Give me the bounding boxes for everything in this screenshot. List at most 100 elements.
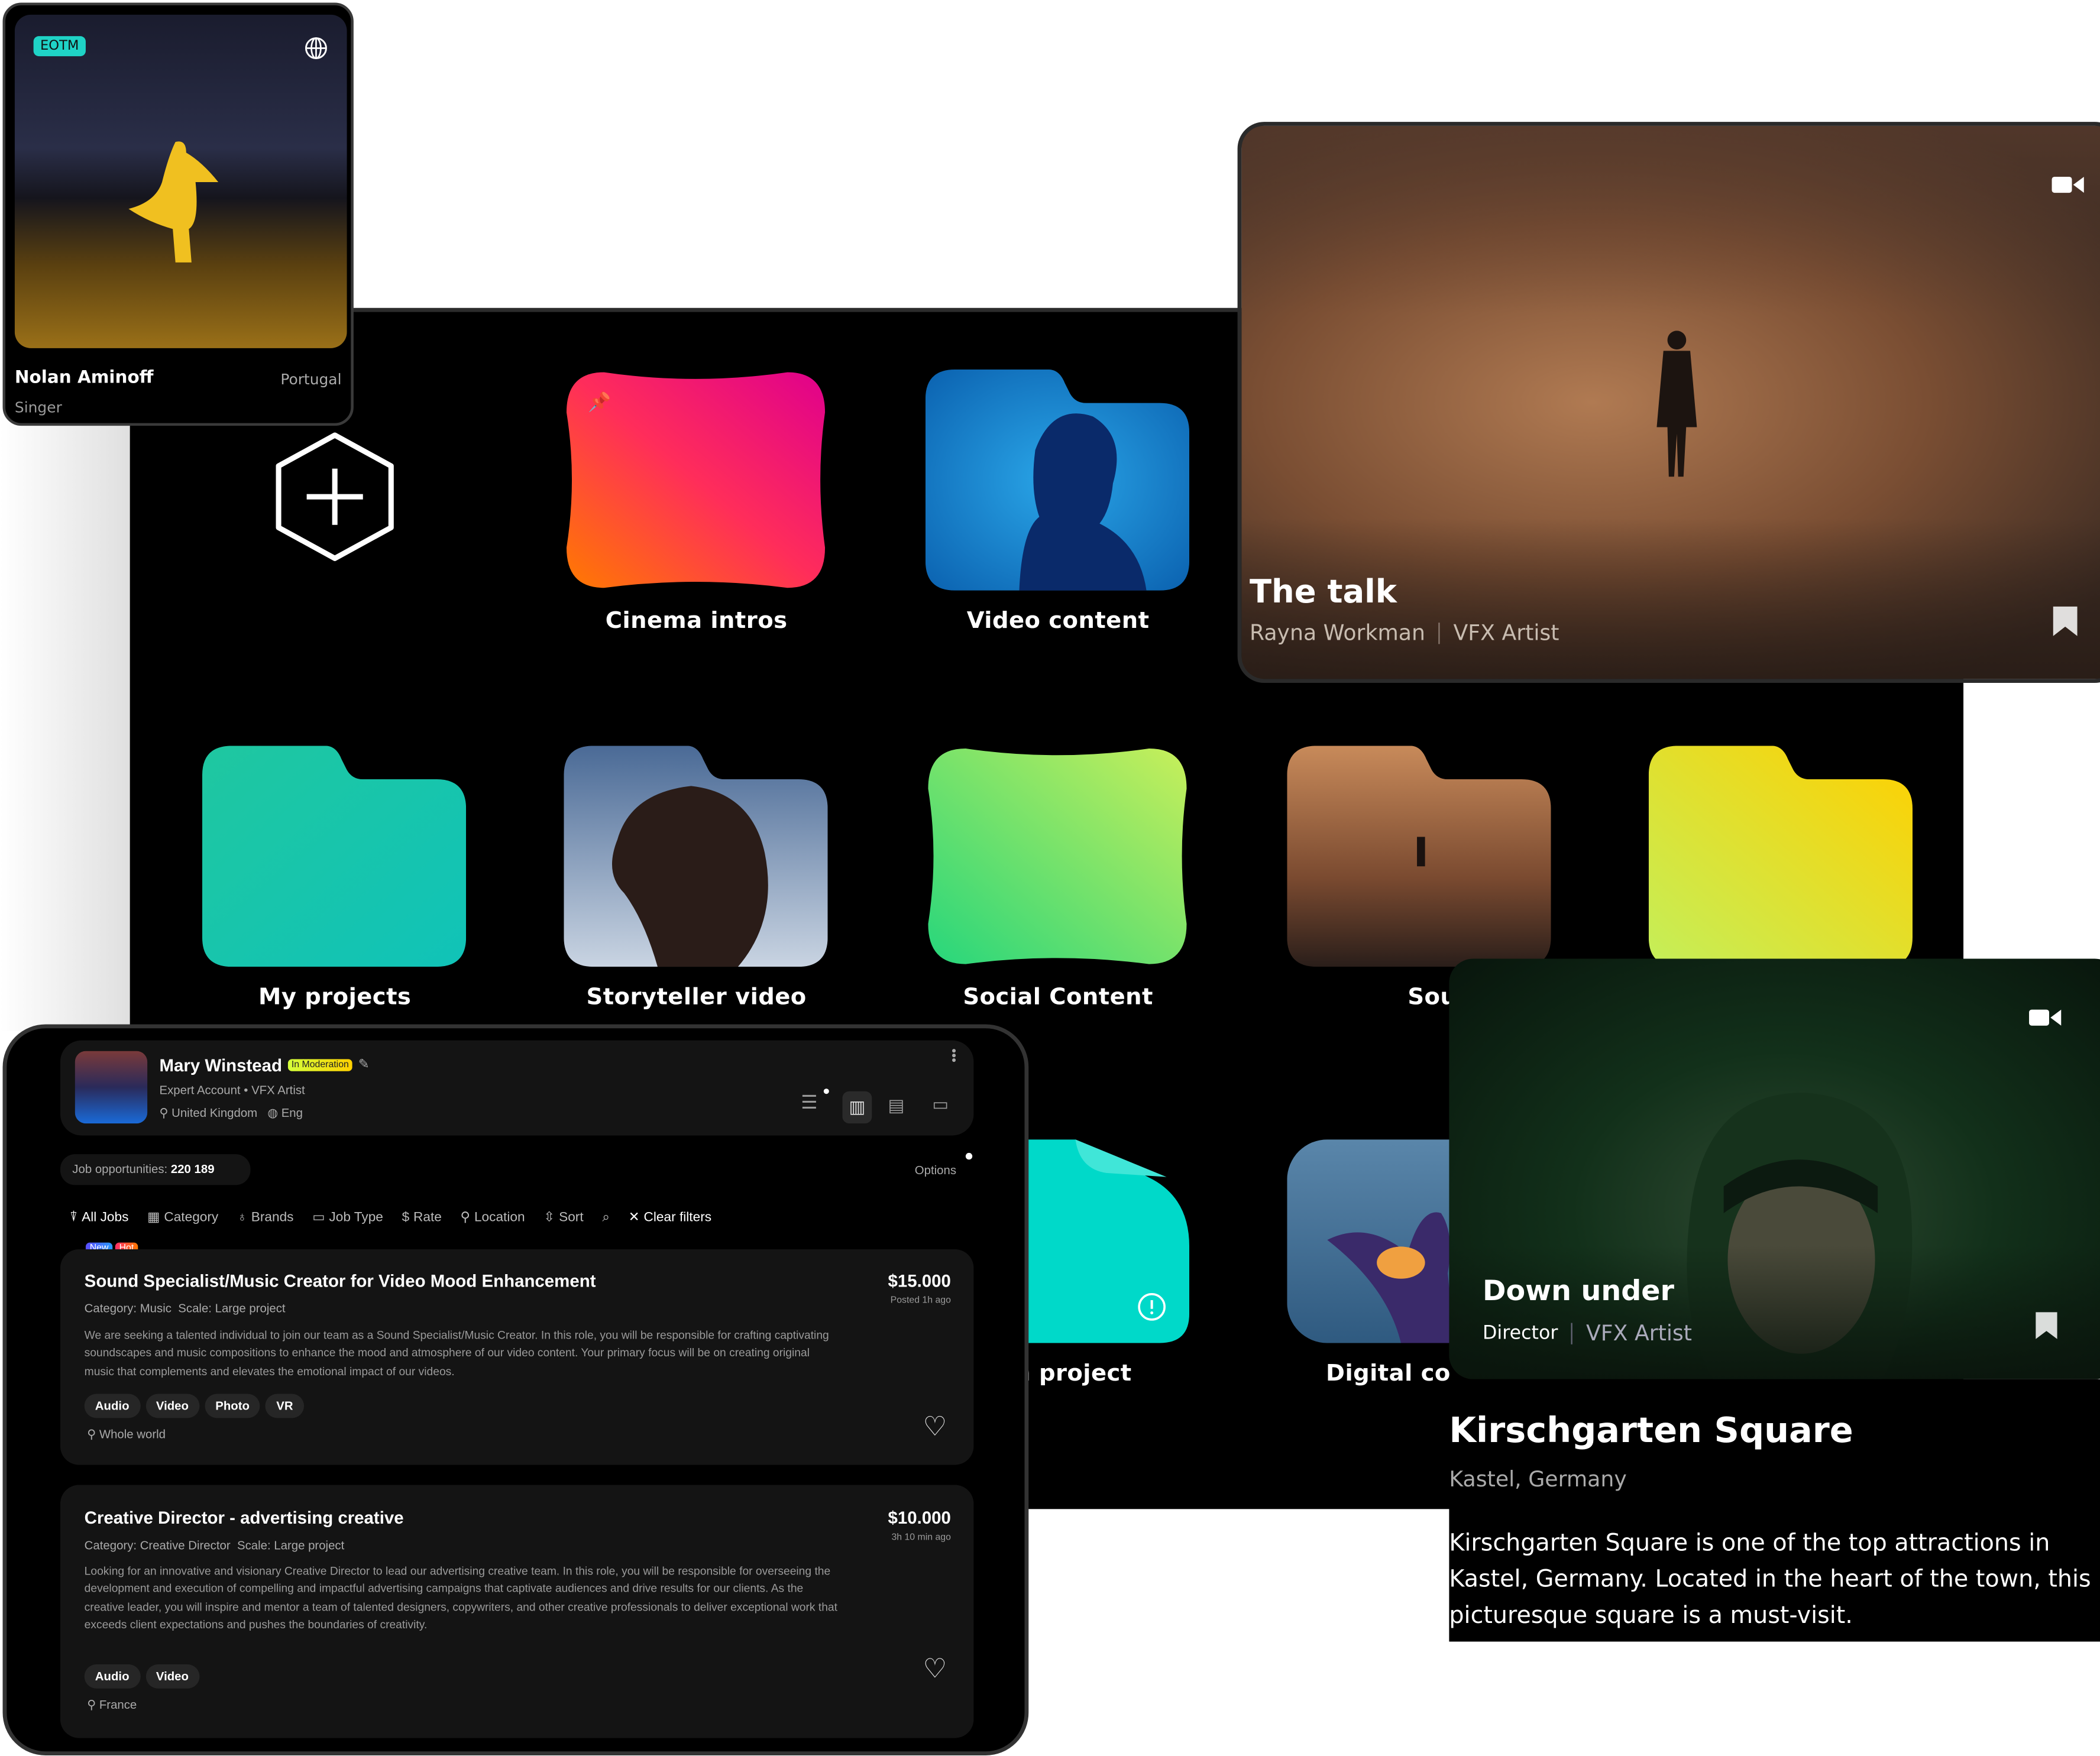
folder-label: Soun bbox=[1407, 984, 1474, 1011]
folder-my-projects[interactable] bbox=[202, 746, 467, 967]
folder-video-content[interactable] bbox=[925, 370, 1190, 591]
more-menu-icon[interactable]: ••• bbox=[946, 1048, 960, 1062]
video-title: Down under bbox=[1483, 1274, 1675, 1307]
tag[interactable]: VR bbox=[266, 1394, 304, 1418]
list-view-icon[interactable]: ☰ bbox=[801, 1091, 817, 1114]
place-info: Kirschgarten Square Kastel, Germany Kirs… bbox=[1449, 1379, 2100, 1642]
options-button[interactable]: Options bbox=[915, 1164, 956, 1177]
filter-icon: ⍒ bbox=[69, 1210, 78, 1226]
job-posted: Posted 1h ago bbox=[890, 1296, 951, 1306]
folder-label: My projects bbox=[258, 984, 412, 1011]
job-price: $15.000 bbox=[888, 1271, 951, 1291]
globe-icon: ◍ bbox=[267, 1106, 278, 1120]
status-badge: In Moderation bbox=[287, 1059, 353, 1071]
video-title: The talk bbox=[1249, 573, 1397, 611]
search-icon[interactable]: ⌕ bbox=[602, 1210, 610, 1225]
divider bbox=[1571, 1322, 1573, 1344]
job-description: Looking for an innovative and visionary … bbox=[84, 1564, 838, 1631]
heart-icon[interactable]: ♡ bbox=[923, 1410, 947, 1444]
job-opportunities-count: Job opportunities: 220 189 bbox=[60, 1154, 251, 1185]
heart-icon[interactable]: ♡ bbox=[923, 1653, 947, 1686]
job-tags: Audio Video Photo VR bbox=[84, 1392, 309, 1418]
place-location: Kastel, Germany bbox=[1449, 1466, 1627, 1492]
add-folder-button[interactable] bbox=[272, 431, 398, 562]
folder-sound[interactable] bbox=[1287, 746, 1551, 967]
user-name: Mary Winstead bbox=[159, 1055, 283, 1075]
location-pin-icon: ⚲ bbox=[87, 1427, 96, 1441]
folder-label: Video content bbox=[966, 608, 1150, 635]
category-icon: ▦ bbox=[147, 1210, 160, 1226]
video-author: Rayna Workman bbox=[1249, 620, 1425, 646]
clear-filters-button[interactable]: ✕ Clear filters bbox=[629, 1210, 711, 1225]
folder-cinema-intros[interactable]: 📌 bbox=[564, 370, 827, 591]
close-icon: ✕ bbox=[628, 1210, 640, 1226]
job-category: Category: Creative Director bbox=[84, 1538, 231, 1552]
plus-hexagon-icon bbox=[276, 432, 394, 561]
video-card-the-talk[interactable]: The talk Rayna Workman VFX Artist bbox=[1237, 122, 2100, 683]
jobs-panel: Mary Winstead In Moderation ✎ Expert Acc… bbox=[2, 1024, 1029, 1756]
video-role: Director bbox=[1483, 1322, 1558, 1344]
filter-category[interactable]: ▦ Category bbox=[147, 1210, 218, 1225]
grid-view-icon[interactable]: ▥ bbox=[842, 1091, 872, 1124]
video-role: VFX Artist bbox=[1585, 1320, 1692, 1346]
job-location: Whole world bbox=[99, 1427, 166, 1441]
place-description: Kirschgarten Square is one of the top at… bbox=[1449, 1530, 2091, 1630]
job-price: $10.000 bbox=[888, 1508, 951, 1528]
filter-all-jobs[interactable]: ⍒ All Jobs bbox=[70, 1210, 129, 1225]
job-card[interactable]: Creative Director - advertising creative… bbox=[60, 1485, 974, 1738]
video-card-down-under[interactable]: Down under Director VFX Artist bbox=[1449, 958, 2100, 1379]
account-type: Expert Account bbox=[159, 1083, 241, 1097]
folder-label: Digital co bbox=[1326, 1360, 1451, 1388]
folder-label: Social Content bbox=[963, 984, 1153, 1011]
pin-icon: 📌 bbox=[588, 391, 611, 413]
folder-label: Cinema intros bbox=[605, 608, 788, 635]
job-scale: Scale: Large project bbox=[237, 1538, 345, 1552]
video-camera-icon bbox=[2052, 176, 2084, 193]
figure bbox=[1656, 331, 1697, 477]
bookmark-icon[interactable] bbox=[2050, 604, 2080, 639]
video-camera-icon bbox=[2029, 1009, 2062, 1026]
folder-label: Storyteller video bbox=[586, 984, 807, 1011]
job-description: We are seeking a talented individual to … bbox=[84, 1328, 829, 1378]
edit-icon[interactable]: ✎ bbox=[358, 1058, 370, 1073]
profile-card[interactable]: EOTM Nolan Aminoff Portugal Singer bbox=[2, 2, 354, 426]
job-posted: 3h 10 min ago bbox=[891, 1533, 951, 1543]
options-dot bbox=[965, 1152, 973, 1160]
dollar-icon: $ bbox=[402, 1210, 410, 1226]
user-language: Eng bbox=[281, 1106, 303, 1120]
folder-yellow[interactable] bbox=[1648, 746, 1913, 967]
filter-location[interactable]: ⚲ Location bbox=[461, 1210, 525, 1225]
tag[interactable]: Video bbox=[145, 1394, 200, 1418]
user-account: Expert Account • VFX Artist bbox=[159, 1083, 305, 1097]
profile-name: Nolan Aminoff bbox=[14, 368, 154, 388]
filter-sort[interactable]: ⇳ Sort bbox=[543, 1210, 583, 1225]
tag[interactable]: Audio bbox=[84, 1664, 140, 1689]
folder-social-content[interactable] bbox=[926, 746, 1189, 967]
globe-icon[interactable] bbox=[304, 36, 328, 60]
notification-dot bbox=[823, 1088, 829, 1094]
filter-rate[interactable]: $ Rate bbox=[402, 1210, 442, 1225]
avatar[interactable] bbox=[75, 1051, 148, 1124]
job-card[interactable]: Sound Specialist/Music Creator for Video… bbox=[60, 1249, 974, 1465]
filter-brands[interactable]: ♁ Brands bbox=[237, 1210, 294, 1225]
tag[interactable]: Audio bbox=[84, 1394, 140, 1418]
alert-icon bbox=[1138, 1293, 1166, 1321]
location-pin-icon: ⚲ bbox=[460, 1210, 471, 1226]
user-header: Mary Winstead In Moderation ✎ Expert Acc… bbox=[60, 1040, 974, 1136]
folder-storyteller-video[interactable] bbox=[564, 746, 828, 967]
filter-job-type[interactable]: ▭ Job Type bbox=[312, 1210, 383, 1225]
bookmark-icon[interactable] bbox=[2033, 1310, 2060, 1342]
chat-icon[interactable]: ▭ bbox=[932, 1094, 949, 1115]
invoice-icon[interactable]: ▤ bbox=[888, 1096, 904, 1117]
job-tags: Audio Video bbox=[84, 1663, 205, 1689]
profile-photo: EOTM bbox=[14, 14, 347, 348]
location-pin-icon: ⚲ bbox=[159, 1106, 169, 1120]
sort-icon: ⇳ bbox=[543, 1210, 555, 1226]
divider bbox=[1438, 621, 1440, 644]
tag[interactable]: Photo bbox=[205, 1394, 261, 1418]
job-scale: Scale: Large project bbox=[178, 1301, 286, 1315]
tag[interactable]: Video bbox=[145, 1664, 200, 1689]
brands-icon: ♁ bbox=[237, 1210, 247, 1226]
job-title: Sound Specialist/Music Creator for Video… bbox=[84, 1271, 596, 1291]
place-title: Kirschgarten Square bbox=[1449, 1411, 1853, 1452]
